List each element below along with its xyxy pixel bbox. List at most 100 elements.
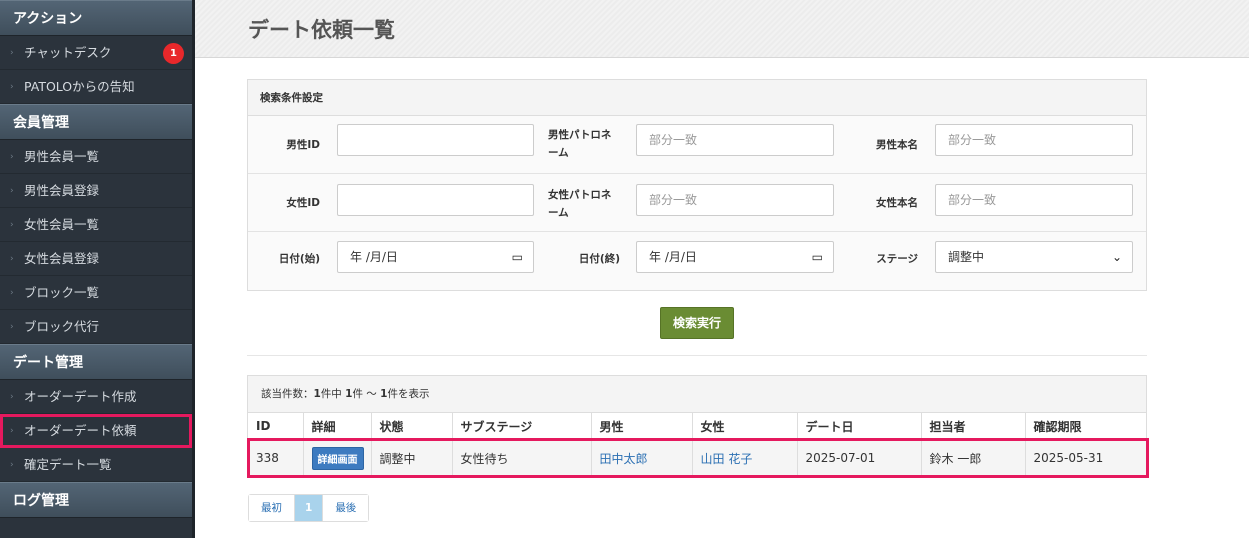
- col-substage: サブステージ: [452, 413, 592, 441]
- page-header: デート依頼一覧: [195, 0, 1249, 58]
- sidebar: アクション › チャットデスク 1 › PATOLOからの告知 会員管理 › 男…: [0, 0, 195, 538]
- sidebar-item-label: 男性会員一覧: [24, 149, 100, 164]
- col-detail: 詳細: [303, 413, 372, 441]
- stage-select[interactable]: 調整中 ⌄: [935, 241, 1133, 273]
- col-status: 状態: [371, 413, 453, 441]
- sidebar-item-label: PATOLOからの告知: [24, 79, 135, 94]
- col-id: ID: [248, 413, 304, 441]
- cell-detail: 詳細画面: [303, 440, 372, 476]
- chevron-right-icon: ›: [10, 460, 14, 470]
- stage-label: ステージ: [876, 253, 918, 265]
- chevron-right-icon: ›: [10, 220, 14, 230]
- cell-deadline: 2025-05-31: [1025, 440, 1146, 476]
- detail-button[interactable]: 詳細画面: [311, 446, 364, 470]
- summary-mid1: 件中: [320, 388, 346, 400]
- chevron-right-icon: ›: [10, 82, 14, 92]
- summary-suffix: 件を表示: [387, 388, 430, 400]
- results-table: ID 詳細 状態 サブステージ 男性 女性 デート日 担当者 確認期限 338 …: [248, 413, 1146, 476]
- sidebar-item-female-list[interactable]: › 女性会員一覧: [0, 208, 192, 242]
- male-id-input[interactable]: [337, 124, 534, 156]
- sidebar-item-chat-desk[interactable]: › チャットデスク 1: [0, 36, 192, 70]
- female-realname-label: 女性本名: [876, 197, 918, 209]
- result-summary: 該当件数：1件中 1件 ～ 1件を表示: [248, 376, 1146, 413]
- sidebar-item-label: オーダーデート作成: [24, 389, 137, 404]
- male-realname-label: 男性本名: [876, 139, 918, 151]
- date-start-label: 日付(始): [278, 253, 320, 265]
- female-link[interactable]: 山田 花子: [692, 440, 798, 476]
- search-panel: 検索条件設定 男性ID 男性パトロネーム 部分一致 男性本名 部分一致 女性ID…: [247, 79, 1147, 291]
- search-submit-button[interactable]: 検索実行: [660, 307, 734, 339]
- chevron-right-icon: ›: [10, 152, 14, 162]
- male-patron-input[interactable]: 部分一致: [636, 124, 834, 156]
- sidebar-item-label: オーダーデート依頼: [24, 423, 137, 438]
- cell-id: 338: [248, 440, 304, 476]
- chevron-right-icon: ›: [10, 426, 14, 436]
- female-realname-input[interactable]: 部分一致: [935, 184, 1133, 216]
- date-end-input[interactable]: 年 /月/日 ▭: [636, 241, 834, 273]
- table-row: 338 詳細画面 調整中 女性待ち 田中太郎 山田 花子 2025-07-01 …: [248, 440, 1146, 476]
- date-start-value: 年 /月/日: [350, 250, 398, 264]
- female-patron-label: 女性パトロネーム: [548, 189, 612, 219]
- male-patron-label: 男性パトロネーム: [548, 129, 612, 159]
- sidebar-item-male-register[interactable]: › 男性会員登録: [0, 174, 192, 208]
- sidebar-section-logs: ログ管理: [0, 482, 192, 518]
- cell-substage: 女性待ち: [452, 440, 592, 476]
- chevron-right-icon: ›: [10, 186, 14, 196]
- chevron-right-icon: ›: [10, 322, 14, 332]
- male-realname-input[interactable]: 部分一致: [935, 124, 1133, 156]
- stage-selected-value: 調整中: [948, 250, 985, 264]
- sidebar-item-label: 女性会員登録: [24, 251, 100, 266]
- date-start-input[interactable]: 年 /月/日 ▭: [337, 241, 534, 273]
- chevron-right-icon: ›: [10, 288, 14, 298]
- col-staff: 担当者: [921, 413, 1026, 441]
- calendar-icon[interactable]: ▭: [512, 242, 523, 272]
- pagination-page-1[interactable]: 1: [295, 495, 324, 521]
- calendar-icon[interactable]: ▭: [812, 242, 823, 272]
- table-header-row: ID 詳細 状態 サブステージ 男性 女性 デート日 担当者 確認期限: [248, 413, 1146, 441]
- sidebar-item-order-date-create[interactable]: › オーダーデート作成: [0, 380, 192, 414]
- cell-staff: 鈴木 一郎: [921, 440, 1026, 476]
- chevron-right-icon: ›: [10, 48, 14, 58]
- sidebar-section-action: アクション: [0, 0, 192, 36]
- sidebar-item-block-proxy[interactable]: › ブロック代行: [0, 310, 192, 344]
- summary-mid2: 件 ～: [352, 388, 381, 400]
- search-row-2: 女性ID 女性パトロネーム 部分一致 女性本名 部分一致: [248, 174, 1146, 232]
- sidebar-item-label: 男性会員登録: [24, 183, 100, 198]
- notification-badge: 1: [163, 43, 184, 64]
- divider: [247, 355, 1147, 356]
- chevron-right-icon: ›: [10, 254, 14, 264]
- pagination-last[interactable]: 最後: [323, 495, 369, 521]
- sidebar-item-label: 確定デート一覧: [24, 457, 112, 472]
- chevron-down-icon: ⌄: [1111, 250, 1122, 264]
- sidebar-item-block-list[interactable]: › ブロック一覧: [0, 276, 192, 310]
- search-row-3: 日付(始) 年 /月/日 ▭ 日付(終) 年 /月/日 ▭ ステージ 調整中 ⌄: [248, 232, 1146, 284]
- cell-status: 調整中: [371, 440, 453, 476]
- sidebar-item-label: 女性会員一覧: [24, 217, 100, 232]
- pagination: 最初 1 最後: [248, 494, 370, 522]
- sidebar-section-members: 会員管理: [0, 104, 192, 140]
- col-female: 女性: [692, 413, 798, 441]
- result-panel: 該当件数：1件中 1件 ～ 1件を表示 ID 詳細 状態 サブステージ 男性 女…: [247, 375, 1147, 477]
- page-title: デート依頼一覧: [248, 18, 395, 42]
- sidebar-item-patolo-notice[interactable]: › PATOLOからの告知: [0, 70, 192, 104]
- col-date: デート日: [797, 413, 922, 441]
- sidebar-item-confirmed-dates[interactable]: › 確定デート一覧: [0, 448, 192, 482]
- date-end-label: 日付(終): [578, 253, 620, 265]
- male-id-label: 男性ID: [286, 139, 320, 151]
- female-id-input[interactable]: [337, 184, 534, 216]
- date-end-value: 年 /月/日: [649, 250, 697, 264]
- female-patron-input[interactable]: 部分一致: [636, 184, 834, 216]
- sidebar-item-female-register[interactable]: › 女性会員登録: [0, 242, 192, 276]
- sidebar-item-label: ブロック代行: [24, 319, 100, 334]
- col-deadline: 確認期限: [1025, 413, 1146, 441]
- male-link[interactable]: 田中太郎: [591, 440, 693, 476]
- cell-date: 2025-07-01: [797, 440, 922, 476]
- sidebar-item-label: ブロック一覧: [24, 285, 100, 300]
- pagination-first[interactable]: 最初: [249, 495, 295, 521]
- summary-total: 1: [313, 388, 321, 400]
- sidebar-section-dates: デート管理: [0, 344, 192, 380]
- chevron-right-icon: ›: [10, 392, 14, 402]
- female-id-label: 女性ID: [286, 197, 320, 209]
- sidebar-item-male-list[interactable]: › 男性会員一覧: [0, 140, 192, 174]
- sidebar-item-order-date-request[interactable]: › オーダーデート依頼: [0, 414, 192, 448]
